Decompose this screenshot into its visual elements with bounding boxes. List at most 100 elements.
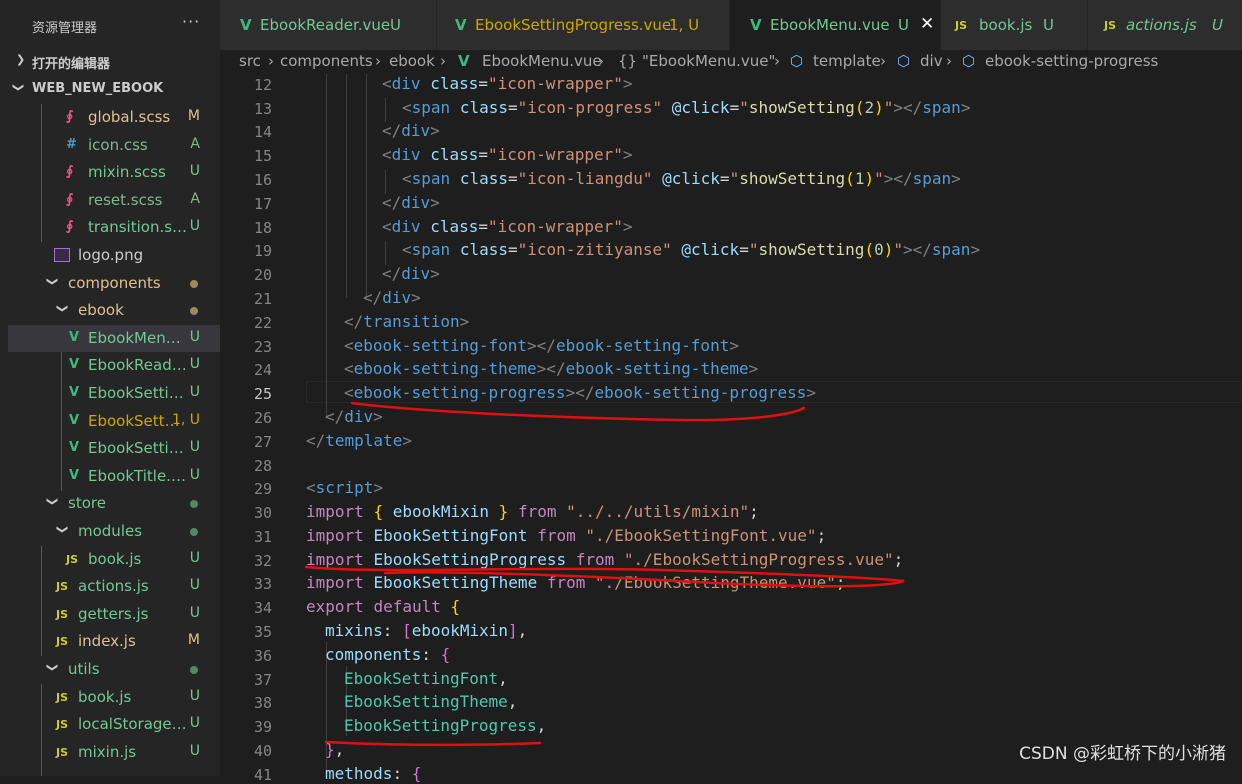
crumb-sfc[interactable]: "EbookMenu.vue"	[642, 52, 775, 70]
explorer-sidebar: 资源管理器 ··· ❯ 打开的编辑器 ❯ WEB_NEW_EBOOK ∮ glo…	[0, 0, 220, 776]
line-number: 33	[253, 575, 272, 593]
tree-item-ebooktitle[interactable]: V EbookTitle.v... U	[8, 463, 220, 491]
chevron-down-icon: ❯	[56, 524, 70, 535]
line-number: 32	[253, 552, 272, 570]
js-icon: JS	[955, 19, 968, 32]
tree-folder-ebook[interactable]: ❯ ebook	[8, 297, 220, 325]
line-number: 17	[253, 195, 272, 213]
line-number: 16	[253, 171, 272, 189]
tree-item-ebooksetting-progress[interactable]: V EbookSetti... 1, U	[8, 408, 220, 436]
code-line: <ebook-setting-theme></ebook-setting-the…	[344, 359, 759, 378]
line-number: 23	[253, 338, 272, 356]
more-actions-icon[interactable]: ···	[182, 12, 200, 31]
tree-item-logo-png[interactable]: logo.png	[8, 242, 220, 270]
line-number-current: 25	[253, 385, 272, 403]
line-number: 29	[253, 480, 272, 498]
line-number: 15	[253, 147, 272, 165]
tab-ebooksettingprogress[interactable]: V EbookSettingProgress.vue 1, U	[437, 0, 730, 50]
code-editor[interactable]: 12 13 14 15 16 17 18 19 20 21 22 23 24 2…	[220, 74, 1242, 784]
editor-tab-bar: V EbookReader.vue U V EbookSettingProgre…	[220, 0, 1242, 50]
chevron-down-icon: ❯	[12, 82, 26, 93]
tree-item-mixin-js[interactable]: JS mixin.js U	[8, 739, 220, 767]
untracked-dot	[190, 500, 198, 509]
vue-icon: V	[69, 440, 80, 456]
crumb-separator: ›	[946, 52, 952, 70]
untracked-dot	[190, 528, 198, 536]
tree-folder-store[interactable]: ❯ store	[8, 490, 220, 518]
tab-ebookmenu[interactable]: V EbookMenu.vue U ✕	[730, 0, 941, 50]
vue-icon: V	[69, 357, 80, 373]
crumb-separator: ›	[268, 52, 274, 70]
tree-item-ebooksetting-font[interactable]: V EbookSettin... U	[8, 380, 220, 408]
tree-item-localstorage-js[interactable]: JS localStorage.js U	[8, 711, 220, 739]
line-number: 13	[253, 100, 272, 118]
code-line: </div>	[382, 193, 440, 212]
code-line: EbookSettingFont,	[344, 669, 508, 688]
crumb-ebook[interactable]: ebook	[389, 52, 435, 70]
tree-item-getters-js[interactable]: JS getters.js U	[8, 601, 220, 629]
crumb-file[interactable]: EbookMenu.vue	[482, 52, 602, 70]
tab-actions-js[interactable]: JS actions.js U	[1088, 0, 1242, 50]
tree-item-actions-js[interactable]: JS actions.js U	[8, 573, 220, 601]
vue-icon: V	[69, 329, 80, 345]
vue-icon: V	[455, 16, 467, 34]
crumb-template[interactable]: template	[813, 52, 881, 70]
line-number: 30	[253, 504, 272, 522]
crumb-separator: ›	[598, 52, 604, 70]
line-number: 36	[253, 647, 272, 665]
tree-item-reset-scss[interactable]: ∮ reset.scss A	[8, 187, 220, 215]
line-number: 12	[253, 76, 272, 94]
tree-item-mixin-scss[interactable]: ∮ mixin.scss U	[8, 159, 220, 187]
close-icon[interactable]: ✕	[920, 14, 934, 34]
tab-book-js[interactable]: JS book.js U	[941, 0, 1088, 50]
js-icon: JS	[56, 580, 69, 594]
watermark: CSDN @彩虹桥下的小淅猪	[1019, 744, 1226, 764]
code-line: EbookSettingProgress,	[344, 716, 547, 735]
vue-icon: V	[750, 16, 762, 34]
tree-folder-modules[interactable]: ❯ modules	[8, 518, 220, 546]
css-icon: #	[66, 136, 77, 152]
chevron-right-icon: ❯	[16, 53, 26, 66]
tab-ebookreader[interactable]: V EbookReader.vue U	[220, 0, 437, 50]
chevron-down-icon: ❯	[46, 662, 60, 673]
tree-item-icon-css[interactable]: # icon.css A	[8, 132, 220, 160]
tree-folder-components[interactable]: ❯ components	[8, 270, 220, 298]
chevron-down-icon: ❯	[46, 497, 60, 507]
tree-item-global-scss[interactable]: ∮ global.scss M	[8, 104, 220, 132]
line-number: 14	[253, 123, 272, 141]
image-icon	[54, 248, 70, 262]
sass-icon: ∮	[66, 164, 74, 180]
code-line: },	[325, 740, 345, 759]
tree-item-utils-book-js[interactable]: JS book.js U	[8, 684, 220, 712]
crumb-components[interactable]: components	[280, 52, 373, 70]
crumb-ebook-setting-progress[interactable]: ebook-setting-progress	[985, 52, 1158, 70]
code-line: <script>	[306, 478, 384, 497]
braces-icon: {}	[618, 52, 638, 70]
js-icon: JS	[1104, 19, 1117, 32]
crumb-separator: ›	[880, 52, 886, 70]
tree-item-index-js[interactable]: JS index.js M	[8, 628, 220, 656]
code-line: <div class="icon-wrapper">	[382, 74, 633, 93]
sass-icon: ∮	[66, 109, 74, 124]
tree-item-ebooksetting-theme[interactable]: V EbookSettin... U	[8, 435, 220, 463]
project-section[interactable]: ❯ WEB_NEW_EBOOK	[0, 76, 220, 102]
open-editors-section[interactable]: ❯ 打开的编辑器	[0, 48, 220, 74]
tree-item-modules-book-js[interactable]: JS book.js U	[8, 546, 220, 574]
js-icon: JS	[56, 690, 69, 704]
sass-icon: ∮	[66, 191, 74, 207]
crumb-src[interactable]: src	[239, 52, 261, 70]
cube-icon: ⬡	[790, 52, 804, 70]
breadcrumb: src › components › ebook › V EbookMenu.v…	[220, 50, 1242, 74]
tree-folder-utils[interactable]: ❯ utils	[8, 656, 220, 684]
tree-item-ebookreader[interactable]: V EbookReade... U	[8, 352, 220, 380]
line-number: 19	[253, 242, 272, 260]
crumb-separator: ›	[774, 52, 780, 70]
code-line: <ebook-setting-font></ebook-setting-font…	[344, 336, 739, 355]
tree-item-transition-scss[interactable]: ∮ transition.scss U	[8, 214, 220, 242]
modified-dot	[190, 307, 198, 316]
project-label: WEB_NEW_EBOOK	[32, 81, 164, 96]
line-number: 40	[253, 742, 272, 760]
tree-item-ebookmenu[interactable]: V EbookMenu.... U	[8, 324, 220, 353]
line-number: 39	[253, 718, 272, 736]
crumb-div[interactable]: div	[920, 52, 943, 70]
